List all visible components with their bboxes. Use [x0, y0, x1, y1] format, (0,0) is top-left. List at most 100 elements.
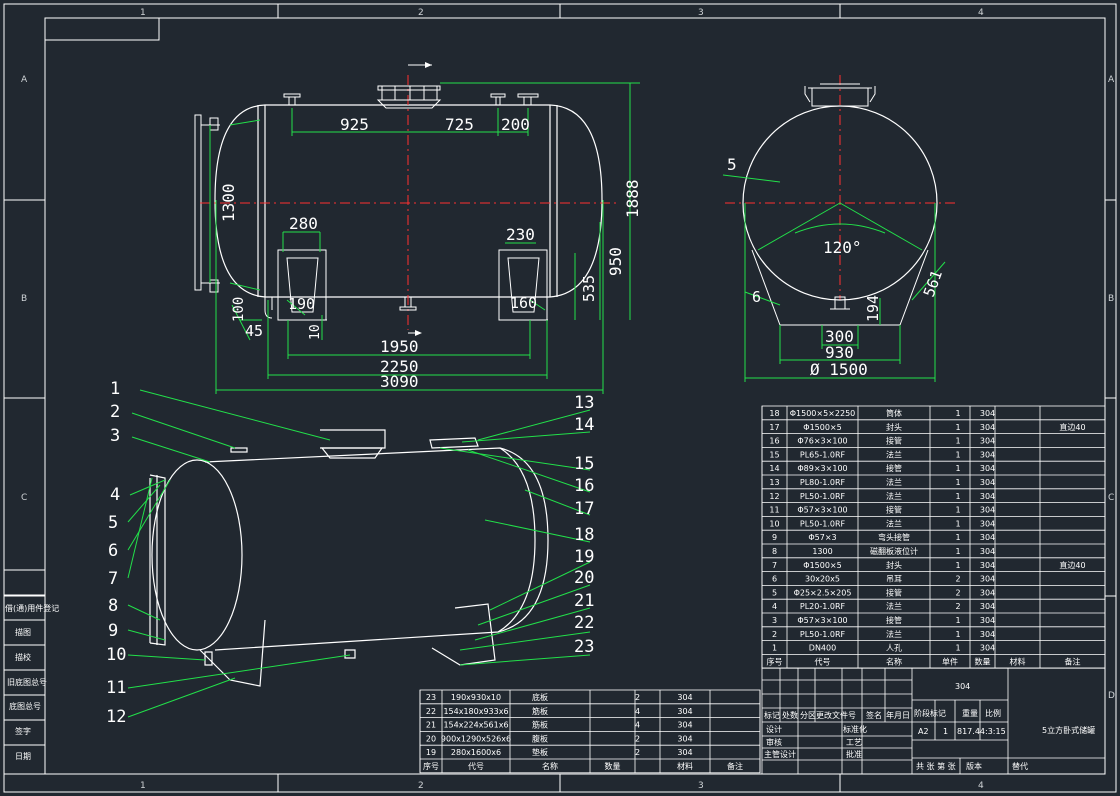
- title-block: [761, 667, 1106, 775]
- callout-20: 20: [574, 568, 594, 588]
- bom-row-material: 304: [980, 450, 995, 459]
- tb-check: 审核: [766, 737, 782, 747]
- bom-row-material: 304: [980, 575, 995, 584]
- left-strip: [3, 569, 46, 775]
- bom-lower-row-material: 304: [677, 707, 692, 716]
- bom-row-qty: 1: [955, 506, 960, 515]
- bom-row-name: 法兰: [886, 629, 902, 639]
- bom-row-code: PL80-1.0RF: [800, 478, 846, 487]
- tb-docno: 更改文件号: [816, 710, 856, 720]
- bom-lower-row-name: 底板: [532, 692, 548, 702]
- bom-header-no: 序号: [767, 656, 783, 666]
- tb-stage-value: A2: [918, 727, 929, 736]
- dim-950: 950: [606, 247, 625, 276]
- bom-row-qty: 1: [955, 492, 960, 501]
- bom-row-code: Φ25×2.5×205: [794, 588, 852, 597]
- dim-925: 925: [340, 115, 369, 134]
- bom-row-name: 封头: [886, 422, 902, 432]
- bom-row-qty: 1: [955, 423, 960, 432]
- bom-row-qty: 1: [955, 630, 960, 639]
- tb-approve: 批准: [846, 749, 862, 759]
- drawing-title: 5立方卧式储罐: [1042, 725, 1095, 735]
- bom-row-no: 7: [772, 561, 777, 570]
- bom-lower-row-material: 304: [677, 693, 692, 702]
- left-strip-label: 描校: [15, 652, 31, 662]
- grid-row-a-left: A: [21, 75, 28, 85]
- dim-190: 190: [288, 295, 315, 313]
- bom-lower-row-code: 190x930x10: [451, 693, 501, 702]
- grid-col-2-top: 2: [418, 8, 424, 18]
- grid-row-c-right: C: [1108, 493, 1114, 503]
- bom-row-name: 弯头接管: [878, 532, 910, 542]
- callout-23: 23: [574, 637, 594, 657]
- bom-row-code: PL50-1.0RF: [800, 630, 846, 639]
- bom-lower-row-qty: 4: [635, 721, 640, 730]
- dim-200: 200: [501, 115, 530, 134]
- grid-col-4-top: 4: [978, 8, 984, 18]
- callout-8: 8: [108, 596, 118, 616]
- bom-lower-row-material: 304: [677, 721, 692, 730]
- callout-21: 21: [574, 591, 594, 611]
- dim-561: 561: [920, 268, 946, 300]
- front-dimension-text: 925 725 200 1300 1888 280 230 950 535 19…: [219, 115, 642, 391]
- dim-side-5: 5: [727, 155, 737, 174]
- bom-row-name: 接管: [886, 505, 902, 515]
- left-strip-labels: 借(通)用件登记 旧底图总号 底图总号 签字 日期 描图 描校: [5, 603, 59, 761]
- bom-row-code: PL50-1.0RF: [800, 519, 846, 528]
- bom-lower-row-no: 22: [426, 707, 436, 716]
- bom-header-material: 材料: [1010, 656, 1026, 666]
- bom-row-name: 法兰: [886, 601, 902, 611]
- tb-sign: 签名: [866, 710, 882, 720]
- callout-15: 15: [574, 454, 594, 474]
- bom-lower-row-qty: 4: [635, 707, 640, 716]
- bom-row-note: 直边40: [1059, 422, 1085, 432]
- bom-row-no: 3: [772, 616, 777, 625]
- callout-16: 16: [574, 476, 594, 496]
- isometric-view: 1 2 3 4 5 6 7 8 9 10 11 12 13 14 15 16 1…: [106, 379, 594, 727]
- bom-row-code: PL50-1.0RF: [800, 492, 846, 501]
- bom-row-code: PL65-1.0RF: [800, 450, 846, 459]
- callout-3: 3: [110, 426, 120, 446]
- bom-row-name: 接管: [886, 463, 902, 473]
- bom-row-qty: 1: [955, 478, 960, 487]
- dim-1950: 1950: [380, 337, 419, 356]
- callout-1: 1: [110, 379, 120, 399]
- bom-row-qty: 1: [955, 519, 960, 528]
- dim-100: 100: [231, 297, 247, 322]
- dim-side-6: 6: [752, 288, 761, 306]
- bom-row-material: 304: [980, 561, 995, 570]
- leader-lines: [127, 389, 591, 718]
- bom-row-no: 5: [772, 588, 777, 597]
- bom-lower-row-material: 304: [677, 748, 692, 757]
- tb-scale: 比例: [985, 708, 1001, 718]
- bom-row-material: 304: [980, 437, 995, 446]
- cad-drawing-canvas: 1 2 3 4 1 2 3 4 A B C A B C D 借(通)用件登记 旧…: [3, 3, 1117, 793]
- dim-1500: Ø 1500: [810, 360, 868, 379]
- left-strip-label: 借(通)用件登记: [5, 603, 59, 613]
- bom-header-note: 备注: [1065, 656, 1081, 666]
- bom-row-name: 法兰: [886, 477, 902, 487]
- bom-lower-header-no: 序号: [423, 761, 439, 771]
- left-strip-label: 日期: [15, 752, 31, 761]
- bom-row-qty: 1: [955, 437, 960, 446]
- bom-lower-header-code: 代号: [468, 761, 484, 771]
- bom-row-material: 304: [980, 588, 995, 597]
- bom-row-material: 304: [980, 644, 995, 653]
- bom-row-code: PL20-1.0RF: [800, 602, 846, 611]
- bom-row-material: 304: [980, 423, 995, 432]
- bom-row-no: 17: [769, 423, 779, 432]
- bom-row-material: 304: [980, 409, 995, 418]
- grid-col-1-bottom: 1: [140, 781, 146, 791]
- bom-row-material: 304: [980, 519, 995, 528]
- bom-lower-row-code: 900x1290x526x6: [441, 734, 511, 743]
- bom-lower-row-code: 154x224x561x6: [443, 721, 508, 730]
- left-strip-label: 底图总号: [9, 701, 41, 711]
- bom-row-name: 封头: [886, 560, 902, 570]
- grid-col-3-top: 3: [698, 8, 704, 18]
- bom-row-name: 接管: [886, 436, 902, 446]
- grid-col-1-top: 1: [140, 8, 146, 18]
- bom-header-qty: 数量: [975, 656, 991, 666]
- bom-header-name: 名称: [886, 656, 902, 666]
- bom-row-no: 11: [769, 506, 779, 515]
- bom-lower-header-qty: 数量: [605, 761, 621, 771]
